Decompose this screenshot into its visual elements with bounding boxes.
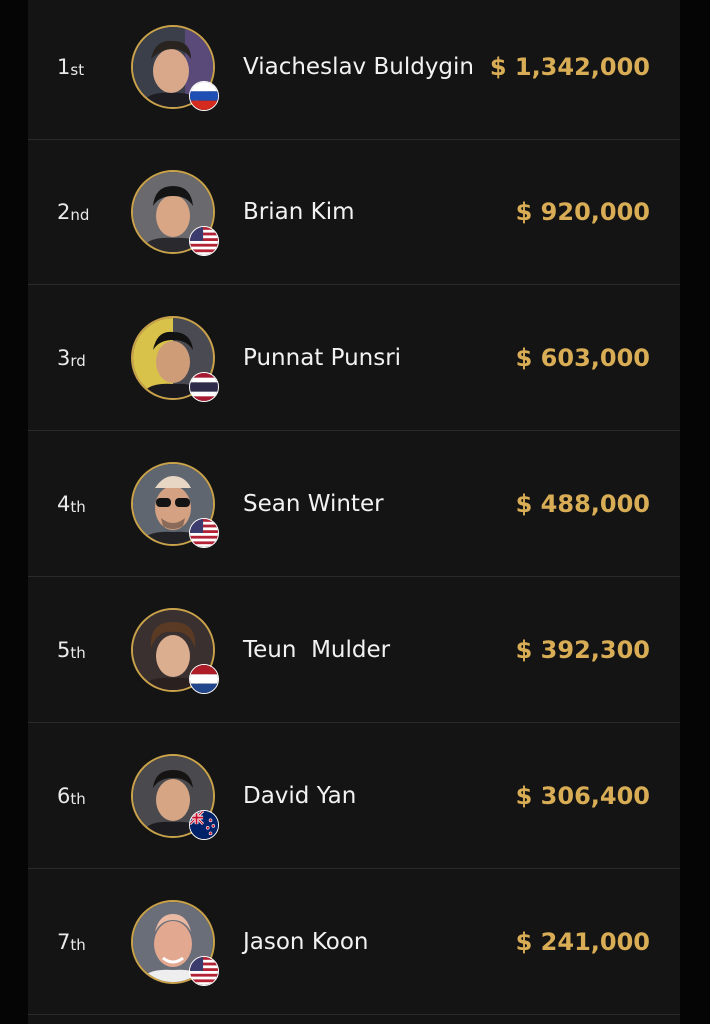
player-avatar[interactable] bbox=[131, 170, 219, 256]
player-avatar[interactable] bbox=[131, 25, 219, 111]
new-zealand-flag-icon bbox=[189, 810, 219, 840]
rank-label: 3rd bbox=[57, 346, 86, 370]
player-avatar[interactable] bbox=[131, 316, 219, 402]
rank-label: 6th bbox=[57, 784, 86, 808]
player-avatar[interactable] bbox=[131, 462, 219, 548]
rank-label: 5th bbox=[57, 638, 86, 662]
prize-amount: $ 603,000 bbox=[515, 344, 650, 372]
leaderboard-row[interactable]: 4th Sean Winter $ 488,000 bbox=[28, 432, 680, 577]
netherlands-flag-icon bbox=[189, 664, 219, 694]
thailand-flag-icon bbox=[189, 372, 219, 402]
prize-amount: $ 488,000 bbox=[515, 490, 650, 518]
player-name: Jason Koon bbox=[243, 929, 369, 955]
usa-flag-icon bbox=[189, 518, 219, 548]
prize-amount: $ 920,000 bbox=[515, 198, 650, 226]
rank-label: 7th bbox=[57, 930, 86, 954]
prize-amount: $ 241,000 bbox=[515, 928, 650, 956]
rank-label: 1st bbox=[57, 55, 85, 79]
usa-flag-icon bbox=[189, 956, 219, 986]
prize-amount: $ 1,342,000 bbox=[489, 53, 650, 81]
rank-label: 2nd bbox=[57, 200, 90, 224]
rank-label: 4th bbox=[57, 492, 86, 516]
player-avatar[interactable] bbox=[131, 608, 219, 694]
player-name: Punnat Punsri bbox=[243, 345, 402, 371]
prize-amount: $ 306,400 bbox=[515, 782, 650, 810]
page: 1st Viacheslav Buldygin $ 1,342,000 2nd … bbox=[0, 0, 710, 1024]
leaderboard-row[interactable]: 7th Jason Koon $ 241,000 bbox=[28, 870, 680, 1015]
prize-amount: $ 392,300 bbox=[515, 636, 650, 664]
player-name: Sean Winter bbox=[243, 491, 384, 517]
leaderboard-row[interactable]: 2nd Brian Kim $ 920,000 bbox=[28, 140, 680, 285]
leaderboard-row[interactable]: 6th David Yan $ 306,400 bbox=[28, 724, 680, 869]
player-name: Viacheslav Buldygin bbox=[243, 54, 474, 80]
leaderboard-panel: 1st Viacheslav Buldygin $ 1,342,000 2nd … bbox=[28, 0, 680, 1024]
russia-flag-icon bbox=[189, 81, 219, 111]
leaderboard-row[interactable]: 5th Teun Mulder $ 392,300 bbox=[28, 578, 680, 723]
player-avatar[interactable] bbox=[131, 754, 219, 840]
player-avatar[interactable] bbox=[131, 900, 219, 986]
leaderboard-row[interactable]: 3rd Punnat Punsri $ 603,000 bbox=[28, 286, 680, 431]
usa-flag-icon bbox=[189, 226, 219, 256]
player-name: Teun Mulder bbox=[243, 637, 391, 663]
player-name: David Yan bbox=[243, 783, 357, 809]
leaderboard-row[interactable]: 1st Viacheslav Buldygin $ 1,342,000 bbox=[28, 0, 680, 140]
player-name: Brian Kim bbox=[243, 199, 355, 225]
